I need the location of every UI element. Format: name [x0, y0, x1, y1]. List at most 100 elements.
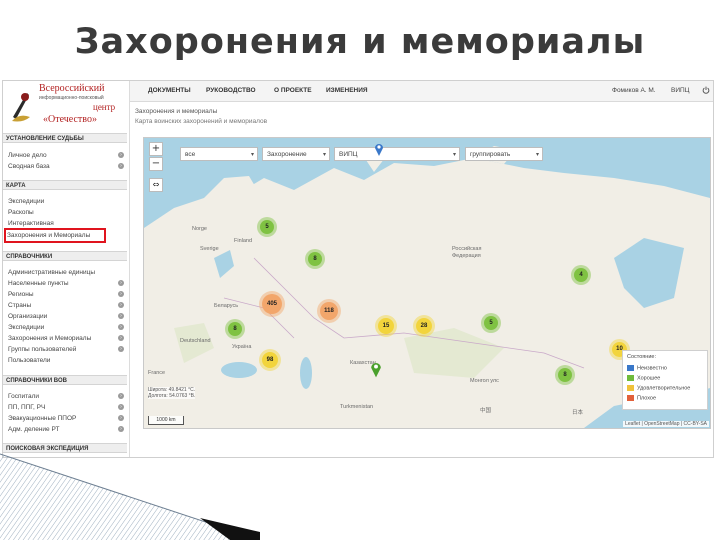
map-label: Российская Федерация — [452, 246, 482, 259]
section-header-map: КАРТА — [3, 180, 127, 190]
cluster-marker[interactable]: 15 — [378, 318, 394, 334]
filter-group-select[interactable]: группировать ▾ — [465, 147, 543, 161]
sidebar: Всероссийский информационно-поисковый це… — [3, 81, 130, 457]
sidebar-item-label: Захоронения и Мемориалы — [7, 232, 91, 239]
cluster-marker[interactable]: 8 — [308, 252, 322, 266]
section-header-ww2-references: СПРАВОЧНИКИ ВОВ — [3, 375, 127, 385]
zoom-in-button[interactable]: + — [149, 142, 163, 156]
legend-label: Плохое — [637, 395, 657, 402]
filter-kind-value: Захоронение — [267, 151, 307, 158]
filter-group-value: группировать — [470, 151, 511, 158]
cluster-marker[interactable]: 5 — [260, 220, 274, 234]
map-pin-blue-icon[interactable] — [374, 142, 384, 156]
sidebar-item-label: Экспедиции — [8, 324, 45, 331]
chevron-right-icon: › — [118, 346, 124, 352]
filter-kind-select[interactable]: Захоронение ▾ — [262, 147, 330, 161]
sidebar-item-adm-division[interactable]: Адм. деление РТ › — [8, 425, 126, 434]
map-attribution[interactable]: Leaflet | OpenStreetMap | CC-BY-SA — [623, 421, 709, 427]
sidebar-item-expeditions[interactable]: Экспедиции — [8, 197, 126, 206]
sidebar-item-settlements[interactable]: Населенные пункты › — [8, 279, 126, 288]
sidebar-item-label: Личное дело — [8, 152, 47, 159]
sidebar-item-label: Пользователи — [8, 357, 51, 364]
slide-title: Захоронения и мемориалы — [74, 22, 646, 62]
sidebar-item-interactive[interactable]: Интерактивная — [8, 219, 126, 228]
sidebar-item-label: Экспедиции — [8, 198, 45, 205]
sidebar-item-ref-burials[interactable]: Захоронения и Мемориалы › — [8, 334, 126, 343]
sidebar-item-hospitals[interactable]: Госпитали › — [8, 392, 126, 401]
cluster-marker[interactable]: 405 — [262, 294, 282, 314]
cluster-marker[interactable]: 8 — [228, 322, 242, 336]
logo-line-1: Всероссийский — [39, 83, 105, 94]
sidebar-item-label: Захоронения и Мемориалы — [8, 335, 92, 342]
map-label: 中国 — [480, 408, 492, 414]
sidebar-item-personal-file[interactable]: Личное дело › — [8, 151, 126, 160]
sidebar-item-label: Населенные пункты — [8, 280, 69, 287]
map-label: Sverige — [200, 246, 219, 252]
menu-about[interactable]: О ПРОЕКТЕ — [274, 87, 312, 94]
sidebar-item-label: Группы пользователей — [8, 346, 77, 353]
logo-line-2: информационно-поисковый — [39, 95, 104, 101]
menu-documents[interactable]: ДОКУМЕНТЫ — [148, 87, 191, 94]
cluster-marker[interactable]: 118 — [320, 302, 338, 320]
chevron-right-icon: › — [118, 152, 124, 158]
sidebar-item-pp-ppg[interactable]: ПП, ППГ, РЧ › — [8, 403, 126, 412]
sidebar-item-label: Организации — [8, 313, 48, 320]
power-icon[interactable] — [702, 86, 710, 94]
sidebar-item-label: Регионы — [8, 291, 34, 298]
sidebar-item-countries[interactable]: Страны › — [8, 301, 126, 310]
legend-swatch — [627, 395, 634, 401]
zoom-out-button[interactable]: − — [149, 157, 163, 171]
chevron-right-icon: › — [118, 291, 124, 297]
menu-manual[interactable]: РУКОВОДСТВО — [206, 87, 256, 94]
sidebar-item-label: Сводная база — [8, 163, 50, 170]
cluster-marker[interactable]: 28 — [416, 318, 432, 334]
app-screenshot: Всероссийский информационно-поисковый це… — [2, 80, 714, 458]
map-label: Беларусь — [214, 303, 239, 309]
legend-title: Состояние: — [627, 354, 656, 360]
sidebar-item-regions[interactable]: Регионы › — [8, 290, 126, 299]
sidebar-item-organizations[interactable]: Организации › — [8, 312, 126, 321]
map-label: Finland — [234, 238, 253, 244]
sidebar-item-excavations[interactable]: Раскопы — [8, 208, 126, 217]
chevron-down-icon: ▾ — [452, 152, 456, 158]
section-header-fate: УСТАНОВЛЕНИЕ СУДЬБЫ — [3, 133, 127, 143]
map-pin-green-icon[interactable] — [370, 360, 382, 378]
breadcrumb: Захоронения и мемориалы — [135, 108, 218, 115]
user-name[interactable]: Фомиков А. М. — [612, 87, 656, 94]
legend-label: Хорошее — [637, 375, 661, 382]
cluster-marker[interactable]: 4 — [574, 268, 588, 282]
fullscreen-button[interactable]: ⇔ — [149, 178, 163, 192]
longitude-readout: Долгота: 54.0763 °В. — [148, 393, 196, 399]
legend-swatch — [627, 385, 634, 391]
sidebar-item-evac[interactable]: Эвакуационные ППОР › — [8, 414, 126, 423]
sidebar-item-users[interactable]: Пользователи — [8, 356, 126, 365]
chevron-right-icon: › — [118, 302, 124, 308]
sidebar-item-ref-expeditions[interactable]: Экспедиции › — [8, 323, 126, 332]
cluster-marker[interactable]: 98 — [262, 352, 278, 368]
sidebar-item-burials-memorials[interactable]: Захоронения и Мемориалы — [4, 228, 106, 243]
sidebar-item-label: Адм. деление РТ — [8, 426, 60, 433]
coordinates-readout: Широта: 49.8421 °C. Долгота: 54.0763 °В. — [148, 387, 196, 399]
filter-org-select[interactable]: ВИПЦ ▾ — [334, 147, 460, 161]
sidebar-item-label: ПП, ППГ, РЧ — [8, 404, 46, 411]
legend-swatch — [627, 375, 634, 381]
legend-item: Неизвестно — [627, 365, 667, 372]
sidebar-item-user-groups[interactable]: Группы пользователей › — [8, 345, 126, 354]
sidebar-item-summary-base[interactable]: Сводная база › — [8, 162, 126, 171]
map-label: Монгол улс — [470, 378, 499, 384]
page-subtitle: Карта воинских захоронений и мемориалов — [135, 118, 268, 125]
cluster-marker[interactable]: 8 — [558, 368, 572, 382]
chevron-down-icon: ▾ — [535, 152, 539, 158]
filter-type-select[interactable]: все ▾ — [180, 147, 258, 161]
sidebar-item-label: Интерактивная — [8, 220, 54, 227]
user-org: ВИПЦ — [671, 87, 690, 94]
chevron-right-icon: › — [118, 404, 124, 410]
map-label: Україна — [232, 344, 252, 350]
sidebar-item-admin-units[interactable]: Административные единицы — [8, 268, 126, 277]
cluster-marker[interactable]: 5 — [484, 316, 498, 330]
logo[interactable]: Всероссийский информационно-поисковый це… — [3, 81, 129, 133]
map-view[interactable]: + − ⇔ все ▾ Захоронение ▾ ВИПЦ ▾ группирова… — [143, 137, 711, 429]
emblem-icon — [12, 93, 30, 122]
menu-changes[interactable]: ИЗМЕНЕНИЯ — [326, 87, 368, 94]
logo-line-3: центр — [93, 102, 116, 112]
